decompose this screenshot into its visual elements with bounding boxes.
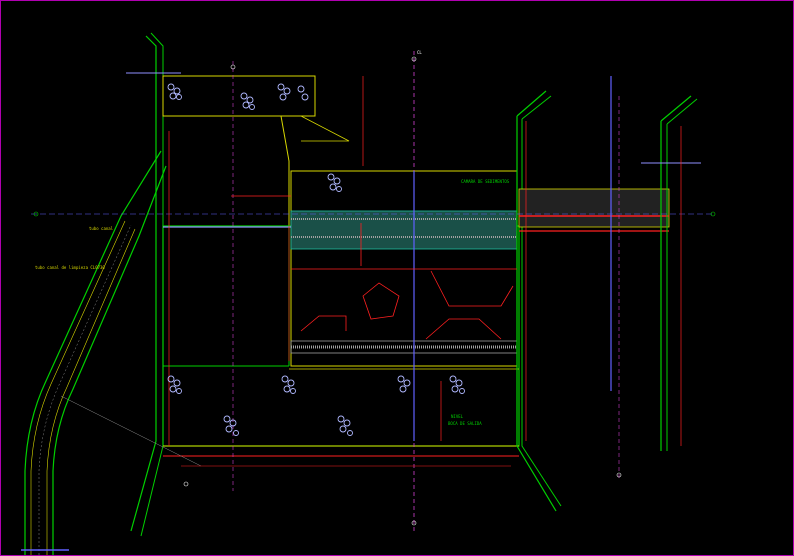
far-right-wall [641, 95, 701, 451]
left-channel [21, 150, 167, 555]
label-channel-note: tubo canal de limpieza CL0730 [35, 265, 105, 270]
label-bottom-right-2: BOCA DE SALIDA [448, 421, 482, 426]
axis-lines [31, 51, 713, 531]
riprap-rock-icon [277, 83, 309, 101]
label-channel-note-2: tubo canal [89, 226, 114, 231]
right-channel [516, 90, 670, 512]
riprap-rock-icon [327, 173, 342, 192]
riprap-rocks [167, 83, 465, 436]
dimension-lines [168, 76, 682, 446]
riprap-rock-icon [167, 83, 182, 100]
label-bottom-right-1: NIVEL [451, 414, 464, 419]
riprap-rock-icon [223, 415, 239, 436]
riprap-rock-icon [281, 375, 296, 394]
drawing-frame: tubo canal de limpieza CL0730 tubo canal… [0, 0, 794, 556]
label-center-axis: CL [417, 50, 422, 55]
left-wall [126, 32, 181, 537]
riprap-rock-icon [449, 375, 465, 394]
label-top-bay: CAMARA DE SEDIMENTOS [461, 179, 510, 184]
riprap-rock-icon [337, 415, 353, 436]
top-chamber [162, 75, 350, 226]
riprap-rock-icon [397, 375, 411, 393]
settling-chamber [290, 170, 518, 367]
axis-bubble-icon [183, 481, 189, 487]
axis-markers [33, 56, 716, 526]
cad-plan-drawing: tubo canal de limpieza CL0730 tubo canal… [21, 32, 716, 555]
riprap-rock-icon [240, 92, 255, 110]
riprap-rock-icon [167, 375, 182, 394]
